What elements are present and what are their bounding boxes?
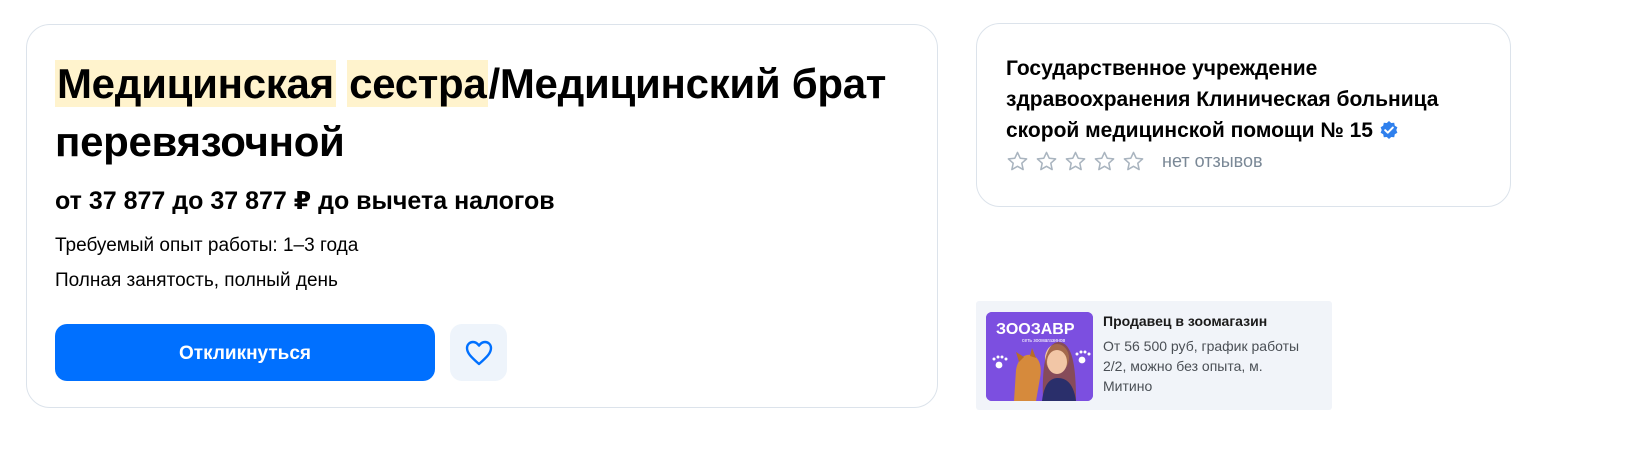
ad-logo-text: ЗООЗАВР	[996, 321, 1075, 338]
ad-card[interactable]: ЗООЗАВР сеть зоомагазинов Продавец в зоо…	[976, 301, 1332, 410]
reviews-link[interactable]: нет отзывов	[1162, 151, 1263, 172]
star-icon	[1065, 151, 1086, 171]
star-icon	[1036, 151, 1057, 171]
employment-type: Полная занятость, полный день	[55, 270, 338, 291]
title-highlight-1: Медицинская	[55, 60, 336, 107]
title-highlight-2: сестра	[347, 60, 489, 107]
ad-description: От 56 500 руб, график работы 2/2, можно …	[1103, 338, 1300, 394]
rating[interactable]: нет отзывов	[1006, 150, 1263, 173]
title-separator	[336, 60, 347, 107]
ad-illustration: ЗООЗАВР сеть зоомагазинов	[986, 312, 1093, 401]
ad-image: ЗООЗАВР сеть зоомагазинов	[986, 312, 1093, 401]
salary: от 37 877 до 37 877 ₽ до вычета налогов	[55, 187, 555, 215]
star-icon	[1007, 151, 1028, 171]
heart-icon	[465, 340, 492, 365]
employer-name-link[interactable]: Государственное учреждение здравоохранен…	[1006, 53, 1476, 146]
experience-requirement: Требуемый опыт работы: 1–3 года	[55, 235, 359, 256]
employer-card: Государственное учреждение здравоохранен…	[976, 23, 1511, 207]
star-icon	[1123, 151, 1144, 171]
respond-button[interactable]: Откликнуться	[55, 324, 435, 381]
star-icon	[1094, 151, 1115, 171]
ad-title[interactable]: Продавец в зоомагазин	[1103, 312, 1267, 330]
verified-badge-icon	[1380, 121, 1398, 139]
vacancy-card: Медицинская сестра/Медицинский брат пере…	[26, 24, 938, 408]
employer-name: Государственное учреждение здравоохранен…	[1006, 57, 1439, 142]
favorite-button[interactable]	[450, 324, 507, 381]
vacancy-title: Медицинская сестра/Медицинский брат пере…	[55, 55, 925, 171]
